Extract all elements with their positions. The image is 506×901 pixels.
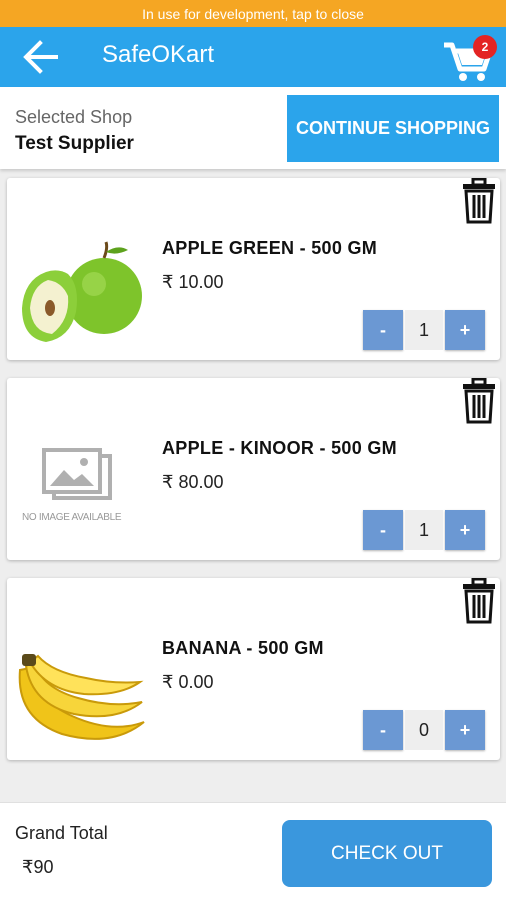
cart-count-badge: 2	[473, 35, 497, 59]
shop-name: Test Supplier	[15, 133, 134, 154]
item-name: APPLE - KINOOR - 500 GM	[162, 438, 397, 458]
grand-total-label: Grand Total	[15, 823, 108, 843]
quantity-value: 1	[405, 310, 443, 350]
item-price: ₹ 0.00	[162, 672, 214, 692]
app-title: SafeOKart	[102, 41, 215, 68]
no-image-text: NO IMAGE AVAILABLE	[22, 512, 122, 523]
no-image-placeholder: NO IMAGE AVAILABLE	[12, 438, 147, 548]
checkout-footer: Grand Total ₹90 CHECK OUT	[0, 802, 506, 901]
green-apple-image	[12, 238, 147, 348]
selected-shop-bar: Selected Shop Test Supplier CONTINUE SHO…	[0, 87, 506, 169]
delete-item-button[interactable]	[461, 377, 497, 424]
banana-image	[12, 638, 147, 748]
dev-banner[interactable]: In use for development, tap to close	[0, 0, 506, 27]
cart-item-card: APPLE GREEN - 500 GM ₹ 10.00 - 1 +	[7, 177, 500, 360]
trash-icon	[463, 177, 495, 224]
arrow-left-icon	[23, 40, 58, 74]
item-name: APPLE GREEN - 500 GM	[162, 238, 378, 258]
increase-quantity-button[interactable]: +	[445, 310, 485, 350]
item-price: ₹ 80.00	[162, 472, 224, 492]
increase-quantity-button[interactable]: +	[445, 510, 485, 550]
trash-icon	[463, 577, 495, 624]
continue-shopping-button[interactable]: CONTINUE SHOPPING	[287, 95, 499, 162]
image-placeholder-icon	[42, 448, 112, 500]
app-bar: SafeOKart 2	[0, 27, 506, 87]
decrease-quantity-button[interactable]: -	[363, 510, 403, 550]
decrease-quantity-button[interactable]: -	[363, 710, 403, 750]
cart-item-card: BANANA - 500 GM ₹ 0.00 - 0 +	[7, 577, 500, 760]
quantity-value: 1	[405, 510, 443, 550]
decrease-quantity-button[interactable]: -	[363, 310, 403, 350]
item-price: ₹ 10.00	[162, 272, 224, 292]
delete-item-button[interactable]	[461, 177, 497, 224]
quantity-value: 0	[405, 710, 443, 750]
grand-total-value: ₹90	[22, 857, 54, 877]
increase-quantity-button[interactable]: +	[445, 710, 485, 750]
back-button[interactable]	[20, 39, 60, 75]
cart-item-card: NO IMAGE AVAILABLE APPLE - KINOOR - 500 …	[7, 377, 500, 560]
delete-item-button[interactable]	[461, 577, 497, 624]
item-name: BANANA - 500 GM	[162, 638, 324, 658]
dev-banner-text: In use for development, tap to close	[142, 5, 364, 22]
trash-icon	[463, 377, 495, 424]
checkout-button[interactable]: CHECK OUT	[282, 820, 492, 887]
selected-shop-label: Selected Shop	[15, 107, 133, 127]
